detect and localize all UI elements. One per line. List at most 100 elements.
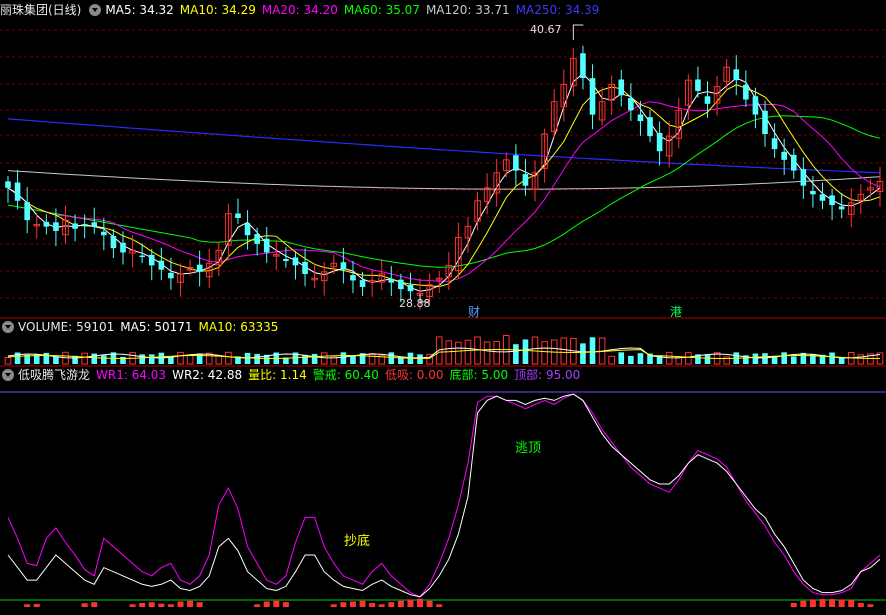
volume-bar [493,341,501,365]
ma120-line [7,170,881,190]
wr1-line [7,393,881,598]
signal-bar [397,600,404,607]
volume-bar [53,356,59,364]
signal-bar [273,600,280,607]
candle-body-down [263,238,270,253]
volume-bar [618,352,625,364]
signal-bar [378,604,385,607]
candle-body-down [790,154,797,171]
volume-bar [762,353,768,364]
volume-bar [781,352,787,364]
volume-bar [464,339,472,365]
volume-bar [628,355,634,364]
candle-body-down [704,96,711,104]
volume-bar [350,355,356,364]
candle-body-down [819,194,826,201]
high-label: 40.67 [530,23,562,36]
volume-bar [560,337,568,365]
signal-bar [158,603,165,607]
candle-body-down [695,79,701,91]
candle-body-down [762,110,768,134]
signal-bar [829,599,836,607]
candle-body-down [139,255,145,258]
candle-body-down [589,78,596,115]
signal-bar [359,600,366,607]
signal-bar [196,602,203,607]
ma5-line [7,73,881,292]
candle-body-down [148,254,155,266]
volume-bar [637,353,644,364]
candle-body-down [81,224,88,226]
volume-bar [91,353,98,364]
volume-bar [829,352,835,364]
volume-bar [177,351,184,365]
candle-body-down [781,151,787,160]
signal-bar [187,600,194,607]
signal-bar [177,601,184,607]
volume-bar [311,353,318,364]
ma10-line [7,84,881,288]
candle-body-down [158,260,165,270]
candle-body-down [254,234,260,244]
candle-body-down [53,222,59,231]
signal-bar [282,602,289,607]
candle-body-down [244,223,251,236]
candle-body-down [733,69,740,81]
volume-bar [857,354,865,365]
candle-body-down [101,231,107,236]
volume-bar [589,337,596,364]
volume-bar [790,356,797,364]
volume-bar [254,353,260,364]
candle-body-down [283,259,289,262]
signal-bar [340,602,347,607]
volume-bar [752,353,759,364]
volume-bar [43,352,50,364]
volume-bar [168,356,174,364]
volume-bar [302,354,308,364]
candle-body-down [302,261,308,274]
volume-bar [608,355,615,365]
candle-body-down [110,236,117,249]
candle-body-down [43,221,50,227]
volume-bar [186,354,194,365]
signal-bar [139,602,146,607]
volume-bar [148,354,155,364]
volume-bar [483,341,491,365]
signal-bar [838,599,845,607]
signal-bar [819,599,826,607]
candle-body-down [407,285,414,292]
candle-body-down [752,96,759,115]
candle-body-down [168,272,174,279]
signal-bar [436,604,443,607]
vol-ma5-line [7,347,881,359]
candle-body-down [810,191,816,195]
candle-body-down [743,84,749,100]
candle-body-down [513,155,519,171]
signal-bar [848,600,855,607]
volume-bar [685,352,692,365]
candle-body-down [656,132,663,152]
signal-bar [129,604,136,607]
candle-body-down [829,195,835,206]
candle-body-down [24,202,30,221]
volume-bar [225,351,232,365]
volume-bar [455,341,462,365]
volume-bar [513,344,519,364]
signal-bar [417,598,424,607]
volume-bar [139,354,145,364]
candle-body-down [292,257,299,266]
volume-bar [704,354,711,364]
signal-bar [388,602,395,607]
candle-body-down [196,264,203,272]
candle-body-down [398,279,404,290]
ma250-line [7,118,881,174]
signal-bar [809,599,816,607]
low-label: 28.88 [399,297,431,310]
candle-body-down [800,169,807,186]
volume-bar [368,353,376,365]
signal-bar [91,602,98,607]
signal-bar [790,602,797,607]
candle-body-down [5,181,11,188]
volume-bar [417,354,423,364]
chart-stage[interactable]: 40.67 28.88 财 港 抄底 逃顶 [0,0,886,615]
